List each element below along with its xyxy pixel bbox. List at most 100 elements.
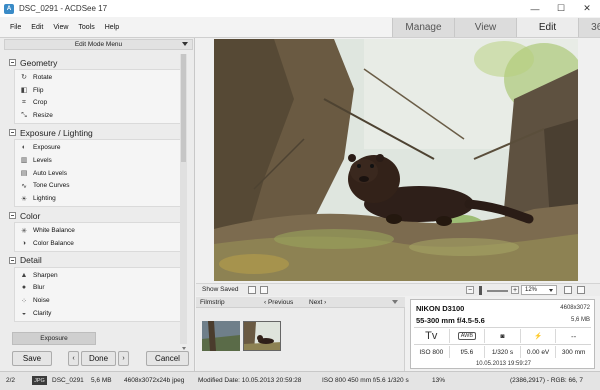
menu-tools[interactable]: Tools [78, 24, 94, 31]
tool-rotate[interactable]: ↻ Rotate [15, 71, 180, 84]
compare-icon[interactable] [248, 286, 256, 294]
maximize-button[interactable]: ☐ [548, 0, 574, 17]
actual-size-icon[interactable] [564, 286, 572, 294]
history-tab-exposure[interactable]: Exposure [12, 332, 96, 345]
done-button[interactable]: Done [81, 351, 116, 366]
menu-file[interactable]: File [10, 24, 21, 31]
flip-icon: ◧ [20, 87, 28, 95]
exposure-mode-value: Tv [425, 330, 438, 342]
tool-tone-curves[interactable]: ∿ Tone Curves [15, 180, 180, 193]
close-button[interactable]: ✕ [574, 0, 600, 17]
group-title-label: Color [20, 210, 41, 221]
filmstrip-header: Filmstrip ‹ Previous Next › [196, 297, 405, 308]
chevron-down-icon [182, 42, 188, 46]
file-type-badge: JPG [32, 376, 47, 385]
fit-image-icon[interactable] [577, 286, 585, 294]
panel-header-label: Edit Mode Menu [74, 41, 123, 48]
group-title-label: Exposure / Lighting [20, 127, 93, 138]
tool-label: Tone Curves [33, 182, 70, 190]
status-modified-date: Modified Date: 10.05.2013 20:59:28 [198, 377, 302, 384]
file-count: 2/2 [6, 377, 16, 384]
tool-label: Levels [33, 156, 52, 164]
filmstrip-thumbnail[interactable] [202, 321, 240, 351]
edit-mode-menu-header[interactable]: Edit Mode Menu [4, 39, 193, 50]
iso-value: ISO 800 [414, 346, 450, 358]
edited-photo[interactable] [214, 39, 578, 281]
awb-badge: AWB [457, 332, 477, 340]
tool-clarity[interactable]: ◒ Clarity [15, 307, 180, 320]
tool-label: Lighting [33, 195, 56, 203]
tool-blur[interactable]: ● Blur [15, 282, 180, 295]
zoom-slider[interactable] [487, 290, 508, 292]
image-viewer [196, 38, 600, 283]
histogram-icon[interactable] [260, 286, 268, 294]
group-title-label: Geometry [20, 57, 58, 68]
lens-info: 55-300 mm f/4.5-5.6 [416, 316, 485, 325]
title-bar: A DSC_0291 - ACDSee 17 — ☐ ✕ [0, 0, 600, 17]
levels-icon: ▥ [20, 157, 28, 165]
metering-icon: ◙ [500, 332, 505, 340]
tab-365[interactable]: 365 [578, 18, 600, 37]
filmstrip-next[interactable]: Next › [309, 299, 326, 306]
filmstrip-panel: Filmstrip ‹ Previous Next › [196, 297, 405, 371]
noise-icon: ⁘ [21, 297, 27, 305]
tab-view[interactable]: View [454, 18, 516, 37]
thumbnail-image [202, 321, 240, 351]
group-title-label: Detail [20, 255, 42, 266]
tool-noise[interactable]: ⁘ Noise [15, 294, 180, 307]
scrollbar-thumb[interactable] [181, 54, 186, 162]
file-size: 5,6 MB [570, 317, 590, 323]
image-dimensions: 4608x3072 [560, 305, 590, 311]
chevron-down-icon[interactable] [392, 300, 398, 304]
filmstrip-thumbnail-selected[interactable] [243, 321, 281, 351]
status-dimensions: 4608x3072x24b jpeg [124, 377, 185, 384]
tool-exposure[interactable]: ◐ Exposure [15, 141, 180, 154]
divider [414, 344, 591, 345]
previous-image-button[interactable]: ‹ [68, 351, 79, 366]
tool-list-scrollbar[interactable] [180, 54, 187, 344]
group-detail[interactable]: Detail [9, 254, 181, 267]
tool-lighting[interactable]: ☀ Lighting [15, 192, 180, 205]
resize-icon: ⤡ [21, 111, 27, 119]
tool-resize[interactable]: ⤡ Resize [15, 109, 180, 122]
exposure-bias-value: 0.00 eV [521, 346, 557, 358]
mode-tabs: Manage View Edit 365 [392, 18, 600, 37]
clarity-icon: ◒ [21, 310, 27, 318]
zoom-in-icon[interactable]: + [511, 286, 519, 294]
sharpen-icon: ▲ [20, 271, 28, 279]
cancel-button[interactable]: Cancel [146, 351, 189, 366]
minimize-button[interactable]: — [522, 0, 548, 17]
tool-flip[interactable]: ◧ Flip [15, 84, 180, 97]
tab-edit[interactable]: Edit [516, 18, 578, 37]
zoom-out-icon[interactable]: − [466, 286, 474, 294]
tool-color-balance[interactable]: ◑ Color Balance [15, 237, 180, 250]
tool-white-balance[interactable]: ✳ White Balance [15, 224, 180, 237]
tool-label: Exposure [33, 144, 61, 152]
viewer-toolbar: Show Saved − + 12% [196, 283, 600, 296]
zoom-slider-knob[interactable] [479, 286, 482, 295]
zoom-level-select[interactable]: 12% [521, 285, 557, 295]
menu-help[interactable]: Help [105, 24, 119, 31]
next-image-button[interactable]: › [118, 351, 129, 366]
group-color[interactable]: Color [9, 209, 181, 222]
show-saved-label[interactable]: Show Saved [202, 286, 239, 293]
menu-edit[interactable]: Edit [31, 24, 43, 31]
tool-sharpen[interactable]: ▲ Sharpen [15, 269, 180, 282]
exif-value-row: ISO 800 f/5.6 1/320 s 0.00 eV 300 mm [414, 346, 591, 358]
aperture-value: f/5.6 [450, 346, 486, 358]
collapse-icon [9, 212, 16, 220]
acdsee-app-icon: A [4, 3, 14, 14]
status-bar: 2/2 JPG DSC_0291 5,6 MB 4608x3072x24b jp… [0, 371, 600, 390]
collapse-icon [9, 129, 16, 137]
group-geometry[interactable]: Geometry [9, 56, 181, 69]
tool-auto-levels[interactable]: ▤ Auto Levels [15, 167, 180, 180]
tool-levels[interactable]: ▥ Levels [15, 154, 180, 167]
menu-view[interactable]: View [53, 24, 68, 31]
tab-manage[interactable]: Manage [392, 18, 454, 37]
tool-crop[interactable]: ⌗ Crop [15, 97, 180, 110]
save-button[interactable]: Save [12, 351, 52, 366]
filmstrip-previous[interactable]: ‹ Previous [264, 299, 293, 306]
metering-cell: ◙ [485, 329, 521, 343]
flash-cell: ⚡ [521, 329, 557, 343]
group-exposure-lighting[interactable]: Exposure / Lighting [9, 126, 181, 139]
